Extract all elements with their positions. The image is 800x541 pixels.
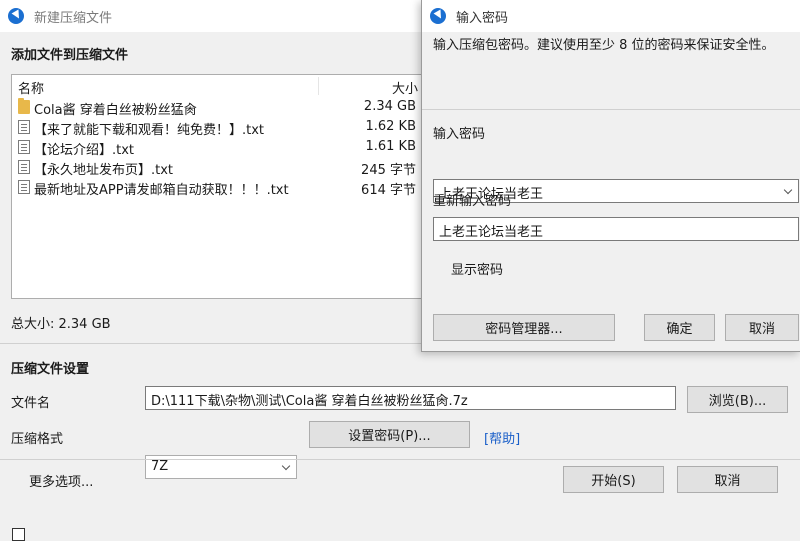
file-size: 614 字节 [361,183,416,198]
file-size: 245 字节 [361,163,416,178]
reenter-password-input[interactable]: 上老王论坛当老王 [433,217,799,241]
file-name: 最新地址及APP请发邮箱自动获取！！！.txt [34,183,289,198]
format-select-value: 7Z [151,459,169,474]
browse-button[interactable]: 浏览(B)... [687,386,788,413]
text-file-icon [18,180,30,194]
dialog-description: 输入压缩包密码。建议使用至少 8 位的密码来保证安全性。 [433,38,775,53]
dialog-divider [422,109,800,110]
file-size: 1.61 KB [365,139,416,154]
text-file-icon [18,120,30,134]
section-divider [0,343,421,344]
column-divider[interactable] [318,77,319,95]
add-files-section-title: 添加文件到压缩文件 [11,48,129,63]
total-size-text: 总大小: 2.34 GB [11,317,111,332]
file-name: 【来了就能下载和观看！纯免费！】.txt [34,123,265,138]
start-button[interactable]: 开始(S) [563,466,664,493]
password-dialog: 输入密码 输入压缩包密码。建议使用至少 8 位的密码来保证安全性。 输入密码 上… [421,0,800,352]
main-window-title: 新建压缩文件 [34,10,113,26]
reenter-password-label: 重新输入密码 [433,194,512,209]
file-row[interactable]: 最新地址及APP请发邮箱自动获取！！！.txt 614 字节 [12,177,432,198]
password-manager-button[interactable]: 密码管理器... [433,314,615,341]
filename-input[interactable]: D:\111下载\杂物\测试\Cola酱 穿着白丝被粉丝猛肏.7z [145,386,676,410]
file-row[interactable]: Cola酱 穿着白丝被粉丝猛肏 2.34 GB [12,97,432,118]
file-name: 【论坛介绍】.txt [34,143,135,158]
chevron-down-icon[interactable] [783,185,793,195]
text-file-icon [18,160,30,174]
format-label: 压缩格式 [11,432,64,447]
more-options-checkbox[interactable] [12,528,25,541]
file-row[interactable]: 【论坛介绍】.txt 1.61 KB [12,137,432,158]
password-label: 输入密码 [433,127,486,142]
settings-section-title: 压缩文件设置 [11,362,90,377]
help-link[interactable]: [帮助] [484,428,520,447]
footer-divider [0,459,800,460]
filename-label: 文件名 [11,396,51,411]
file-row[interactable]: 【永久地址发布页】.txt 245 字节 [12,157,432,178]
app-logo-icon [8,8,24,24]
folder-icon [18,98,30,114]
chevron-down-icon [281,461,291,471]
set-password-button[interactable]: 设置密码(P)... [309,421,470,448]
file-size: 2.34 GB [363,99,416,114]
dialog-titlebar: 输入密码 [422,0,800,32]
file-size: 1.62 KB [365,119,416,134]
show-password-label[interactable]: 显示密码 [451,259,503,278]
main-cancel-button[interactable]: 取消 [677,466,778,493]
dialog-cancel-button[interactable]: 取消 [725,314,799,341]
file-name: Cola酱 穿着白丝被粉丝猛肏 [34,103,197,118]
column-header-name[interactable]: 名称 [18,78,44,97]
file-row[interactable]: 【来了就能下载和观看！纯免费！】.txt 1.62 KB [12,117,432,138]
app-logo-icon [430,8,446,24]
more-options-label[interactable]: 更多选项... [29,471,93,490]
dialog-title: 输入密码 [456,10,509,26]
file-list[interactable]: 名称 大小 Cola酱 穿着白丝被粉丝猛肏 2.34 GB 【来了就能下载和观看… [11,74,431,299]
text-file-icon [18,140,30,154]
ok-button[interactable]: 确定 [644,314,715,341]
file-name: 【永久地址发布页】.txt [34,163,174,178]
column-header-size[interactable]: 大小 [392,78,418,97]
file-list-header: 名称 大小 [12,75,430,97]
